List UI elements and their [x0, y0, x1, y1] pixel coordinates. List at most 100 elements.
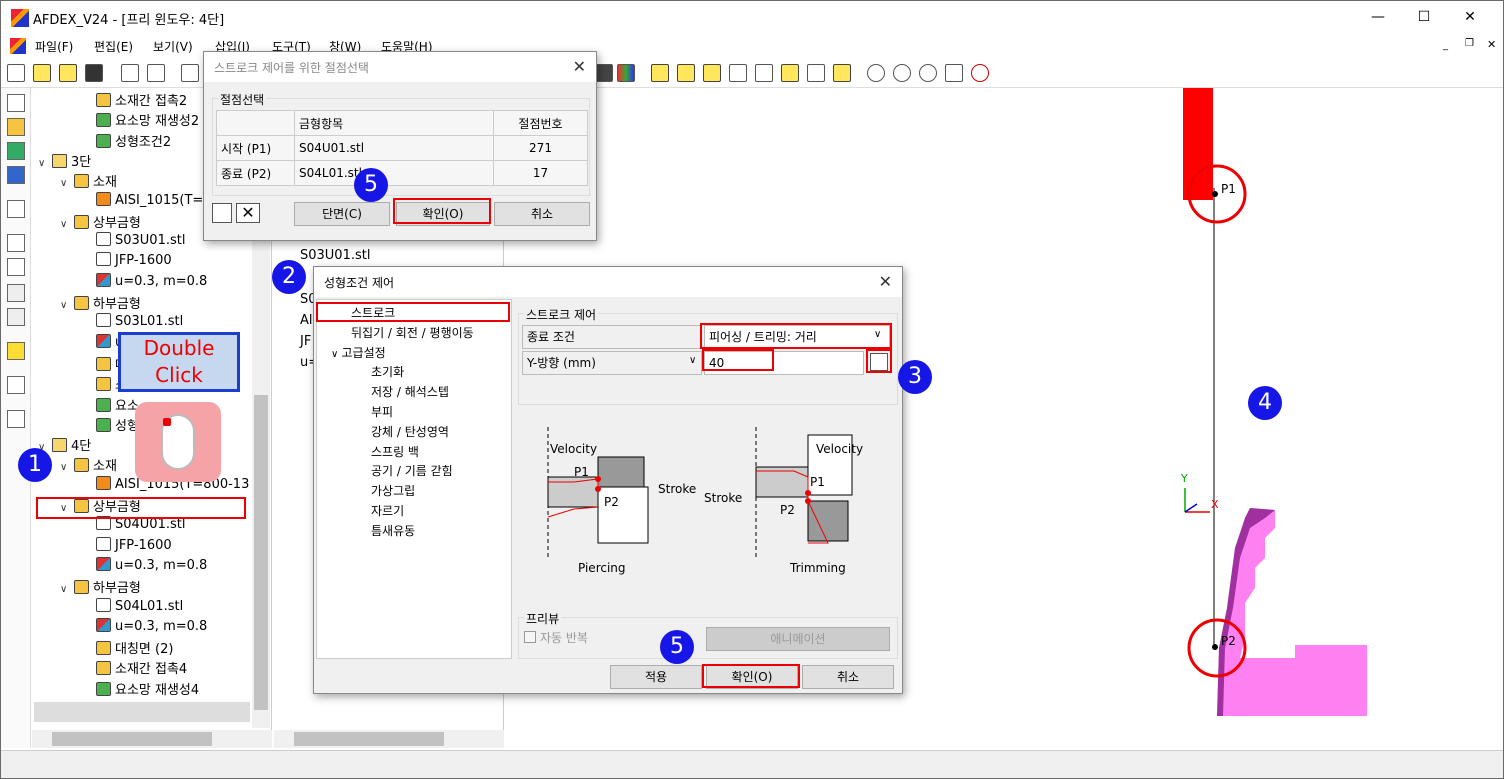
view-front-icon[interactable] — [677, 64, 695, 82]
dialog1-close-icon[interactable]: ✕ — [573, 57, 586, 76]
stack-icon[interactable] — [7, 342, 25, 360]
menu-edit[interactable]: 편집(E) — [94, 38, 133, 55]
nav-item[interactable]: 초기화 — [371, 363, 404, 380]
tree-hscroll-thumb[interactable] — [52, 732, 212, 746]
nav-item[interactable]: 공기 / 기름 갇힘 — [371, 462, 453, 479]
nav-item[interactable]: 틈새유동 — [371, 522, 415, 539]
panel2-hscroll-thumb[interactable] — [294, 732, 444, 746]
probe-icon[interactable] — [7, 376, 25, 394]
open-icon[interactable] — [59, 64, 77, 82]
tree-item[interactable]: 소재간 접촉2 — [82, 90, 187, 110]
nav-item[interactable]: 뒤집기 / 회전 / 평행이동 — [351, 324, 474, 341]
view-fit-icon[interactable] — [833, 64, 851, 82]
dialog2-cancel-button[interactable]: 취소 — [802, 665, 894, 689]
menu-view[interactable]: 보기(V) — [153, 38, 193, 55]
zoom-out-icon[interactable] — [867, 64, 885, 82]
view-wire-icon[interactable] — [729, 64, 747, 82]
expand-chevron-icon[interactable]: ∨ — [60, 219, 74, 230]
zoom-window-icon[interactable] — [919, 64, 937, 82]
die-cell[interactable]: S04L01.stl — [294, 160, 494, 186]
mdi-close-icon[interactable]: ✕ — [1487, 38, 1496, 51]
view-rotate-icon[interactable] — [807, 64, 825, 82]
nav-item[interactable]: 저장 / 해석스텝 — [371, 383, 449, 400]
color-map-icon[interactable] — [617, 64, 635, 82]
tree-item[interactable]: u=0.3, m=0.8 — [82, 617, 207, 638]
expand-chevron-icon[interactable]: ∨ — [60, 584, 74, 595]
tree-item[interactable]: 성형조건2 — [82, 131, 171, 151]
tree-hscroll[interactable] — [32, 730, 272, 748]
mdi-minimize-icon[interactable]: _ — [1443, 40, 1448, 51]
new-file-icon[interactable] — [7, 64, 25, 82]
maximize-button[interactable]: ☐ — [1401, 1, 1447, 34]
export-icon[interactable] — [147, 64, 165, 82]
node-icon[interactable] — [7, 234, 25, 252]
mesh-tool-icon[interactable] — [7, 258, 25, 276]
tree-item[interactable]: S03L01.stl — [82, 313, 183, 333]
node-cell[interactable]: 271 — [493, 135, 588, 161]
expand-chevron-icon[interactable]: ∨ — [38, 158, 52, 169]
panel2-hscroll[interactable] — [274, 730, 504, 748]
zoom-in-icon[interactable] — [893, 64, 911, 82]
auto-repeat-checkbox[interactable] — [524, 631, 536, 643]
tree-item[interactable]: ∨ 소재 — [60, 455, 117, 475]
tree-item[interactable]: 요소망 재생성4 — [82, 679, 199, 699]
pan-hand-icon[interactable] — [945, 64, 963, 82]
close-button[interactable]: ✕ — [1447, 1, 1493, 34]
import-icon[interactable] — [121, 64, 139, 82]
view-mesh-icon[interactable] — [755, 64, 773, 82]
measure-icon[interactable] — [7, 308, 25, 326]
tree-item[interactable]: 성형 — [82, 415, 139, 435]
nav-item[interactable]: ∨ 고급설정 — [331, 344, 386, 361]
tree-item[interactable]: 소재간 접촉4 — [82, 658, 187, 678]
tree-item[interactable]: S03U01.stl — [82, 232, 185, 252]
save-icon[interactable] — [85, 64, 103, 82]
pick-node-icon[interactable] — [212, 203, 232, 223]
tree-item[interactable]: JFP-1600 — [82, 252, 172, 272]
tree-item[interactable]: S04L01.stl — [82, 597, 183, 618]
section-button[interactable]: 단면(C) — [294, 202, 390, 226]
node-cell[interactable]: 17 — [493, 160, 588, 186]
animation-button[interactable]: 애니메이션 — [706, 627, 890, 651]
nav-item[interactable]: 스프링 백 — [371, 443, 419, 460]
view-side-icon[interactable] — [781, 64, 799, 82]
nav-item[interactable]: 자르기 — [371, 502, 404, 519]
view-iso-icon[interactable] — [651, 64, 669, 82]
camera-icon[interactable] — [595, 64, 613, 82]
hand-tool-icon[interactable] — [7, 118, 25, 136]
cube-view-icon[interactable] — [181, 64, 199, 82]
tree-item[interactable]: 대칭면 (2) — [82, 638, 173, 658]
checklist-icon[interactable] — [7, 410, 25, 428]
tree-view-icon[interactable] — [7, 94, 25, 112]
tree-item[interactable]: u=0.3, m=0.8 — [82, 556, 207, 577]
expand-chevron-icon[interactable]: ∨ — [60, 462, 74, 473]
direction-select[interactable]: Y-방향 (mm) — [522, 351, 702, 375]
expand-chevron-icon[interactable]: ∨ — [60, 178, 74, 189]
tree-item[interactable]: 요소 — [82, 395, 139, 415]
nav-item[interactable]: 부피 — [371, 403, 393, 420]
menu-file[interactable]: 파일(F) — [35, 38, 73, 55]
tree-item[interactable]: ∨ 하부금형 — [60, 293, 141, 313]
tree-item[interactable]: ∨ 소재 — [60, 171, 117, 191]
mdi-restore-icon[interactable]: ❐ — [1465, 38, 1474, 49]
minimize-button[interactable]: — — [1355, 1, 1401, 34]
display-icon[interactable] — [7, 166, 25, 184]
dialog1-cancel-button[interactable]: 취소 — [494, 202, 590, 226]
tree-vscroll-thumb[interactable] — [254, 395, 268, 710]
dialog2-close-icon[interactable]: ✕ — [879, 272, 892, 291]
tree-item[interactable]: ∨ 상부금형 — [60, 212, 141, 232]
clear-icon[interactable]: ✕ — [236, 203, 260, 223]
monitor-icon[interactable] — [7, 142, 25, 160]
tree-item[interactable]: ∨ 3단 — [38, 151, 91, 171]
tree-item[interactable]: 요소망 재생성2 — [82, 110, 199, 130]
box-icon[interactable] — [7, 284, 25, 302]
tree-item[interactable]: ∨ 하부금형 — [60, 577, 141, 597]
tree-item[interactable]: u=0.3, m=0.8 — [82, 272, 207, 293]
target-icon[interactable] — [971, 64, 989, 82]
tree-item[interactable]: S04U01.stl — [82, 516, 185, 536]
expand-chevron-icon[interactable]: ∨ — [60, 300, 74, 311]
apply-button[interactable]: 적용 — [610, 665, 702, 689]
die-cell[interactable]: S04U01.stl — [294, 135, 494, 161]
nav-item[interactable]: 강체 / 탄성영역 — [371, 423, 449, 440]
nav-chevron-icon[interactable]: ∨ — [331, 349, 342, 360]
view-top-icon[interactable] — [703, 64, 721, 82]
